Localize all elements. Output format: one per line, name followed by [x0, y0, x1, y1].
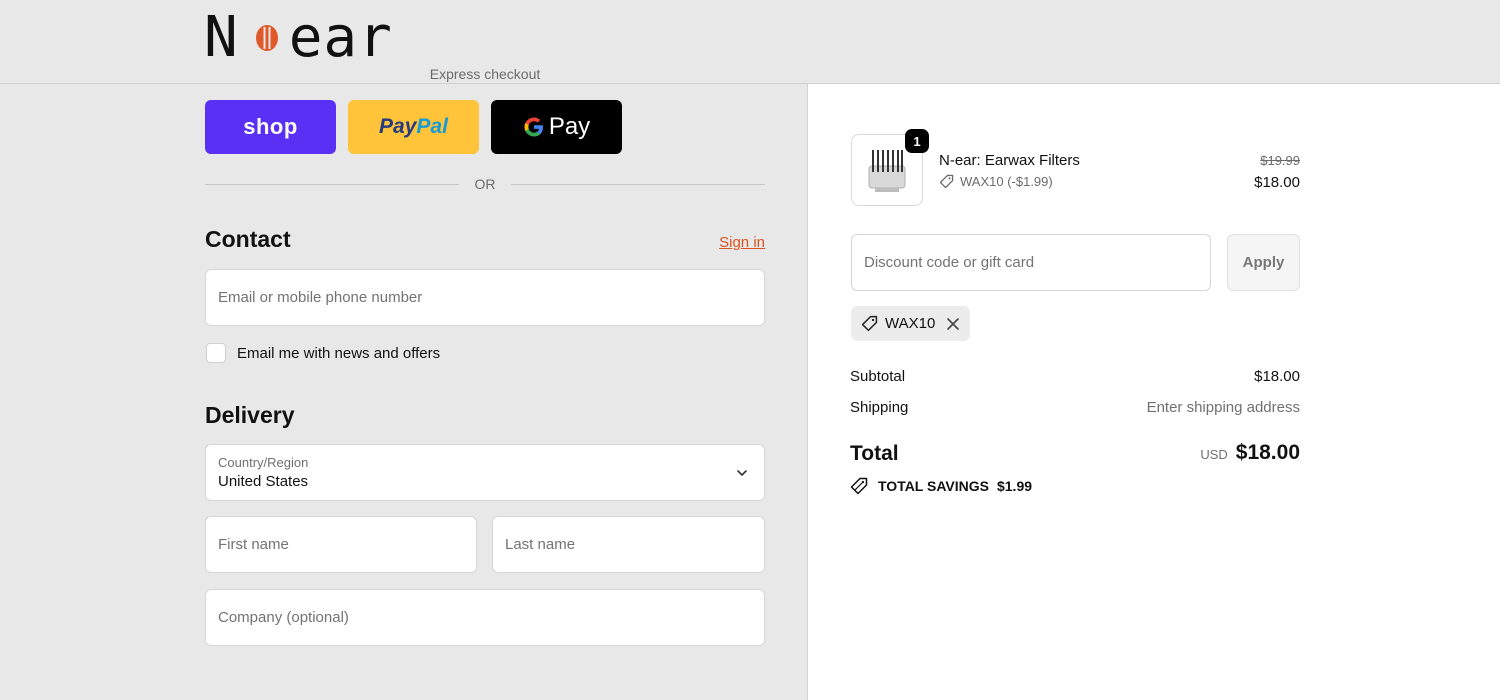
google-pay-logo: Pay [523, 113, 590, 141]
chevron-down-icon [737, 470, 747, 476]
paypal-button[interactable]: PayPal [348, 100, 479, 154]
logo-word-ear: ear [288, 5, 393, 70]
first-name-input[interactable] [206, 517, 476, 572]
last-name-wrapper [492, 516, 765, 573]
country-value: United States [218, 473, 309, 490]
discounted-price: $18.00 [1254, 174, 1300, 191]
divider-line-left [205, 184, 459, 185]
product-name: N-ear: Earwax Filters [939, 152, 1080, 169]
subtotal-label: Subtotal [850, 368, 906, 385]
logo-mark-icon [255, 25, 278, 51]
shipping-value: Enter shipping address [1146, 399, 1300, 416]
total-label: Total [850, 442, 899, 465]
or-divider: OR [205, 176, 765, 194]
savings-amount: $1.99 [996, 478, 1033, 494]
earwax-filter-image-icon [868, 150, 906, 192]
google-g-icon [524, 117, 543, 137]
shop-pay-button[interactable]: shop [205, 100, 336, 154]
applied-discount-chip: WAX10 [851, 306, 971, 341]
or-label: OR [474, 176, 496, 192]
tag-icon [861, 315, 878, 332]
newsletter-checkbox[interactable] [206, 343, 226, 363]
newsletter-label: Email me with news and offers [237, 345, 441, 362]
quantity-badge: 1 [905, 129, 929, 153]
first-name-wrapper [205, 516, 477, 573]
brand-logo[interactable]: N ear [204, 10, 393, 66]
google-pay-label: Pay [548, 113, 591, 140]
product-discount-label: WAX10 (-$1.99) [960, 174, 1053, 189]
total-savings: TOTAL SAVINGS $1.99 [850, 477, 1032, 495]
remove-discount-icon[interactable] [946, 317, 960, 331]
shipping-label: Shipping [850, 399, 909, 416]
discount-field-wrapper [851, 234, 1211, 291]
country-select[interactable]: Country/Region United States [205, 444, 765, 501]
last-name-input[interactable] [493, 517, 764, 572]
country-caption: Country/Region [218, 455, 309, 470]
apply-discount-button[interactable]: Apply [1227, 234, 1300, 291]
tag-icon [939, 174, 954, 189]
paypal-logo: PayPal [379, 115, 448, 138]
logo-letter-n: N [204, 5, 239, 70]
email-field-wrapper [205, 269, 765, 326]
company-wrapper [205, 589, 765, 646]
savings-tag-icon [850, 477, 868, 495]
google-pay-button[interactable]: Pay [491, 100, 622, 154]
discount-code-input[interactable] [852, 235, 1210, 290]
original-price: $19.99 [1260, 153, 1300, 168]
total-amount: $18.00 [1235, 441, 1300, 464]
shop-pay-label: shop [243, 114, 298, 139]
contact-heading: Contact [205, 226, 291, 252]
sign-in-link[interactable]: Sign in [700, 234, 765, 251]
divider-line-right [511, 184, 765, 185]
total-value-group: USD $18.00 [1200, 441, 1300, 465]
email-input[interactable] [206, 270, 764, 325]
company-input[interactable] [206, 590, 764, 645]
express-checkout-label: Express checkout [429, 66, 541, 82]
applied-discount-code: WAX10 [885, 315, 936, 332]
total-currency: USD [1200, 447, 1228, 462]
savings-label: TOTAL SAVINGS [878, 478, 989, 494]
product-discount: WAX10 (-$1.99) [939, 174, 1053, 189]
subtotal-value: $18.00 [1254, 368, 1300, 385]
delivery-heading: Delivery [205, 402, 295, 428]
